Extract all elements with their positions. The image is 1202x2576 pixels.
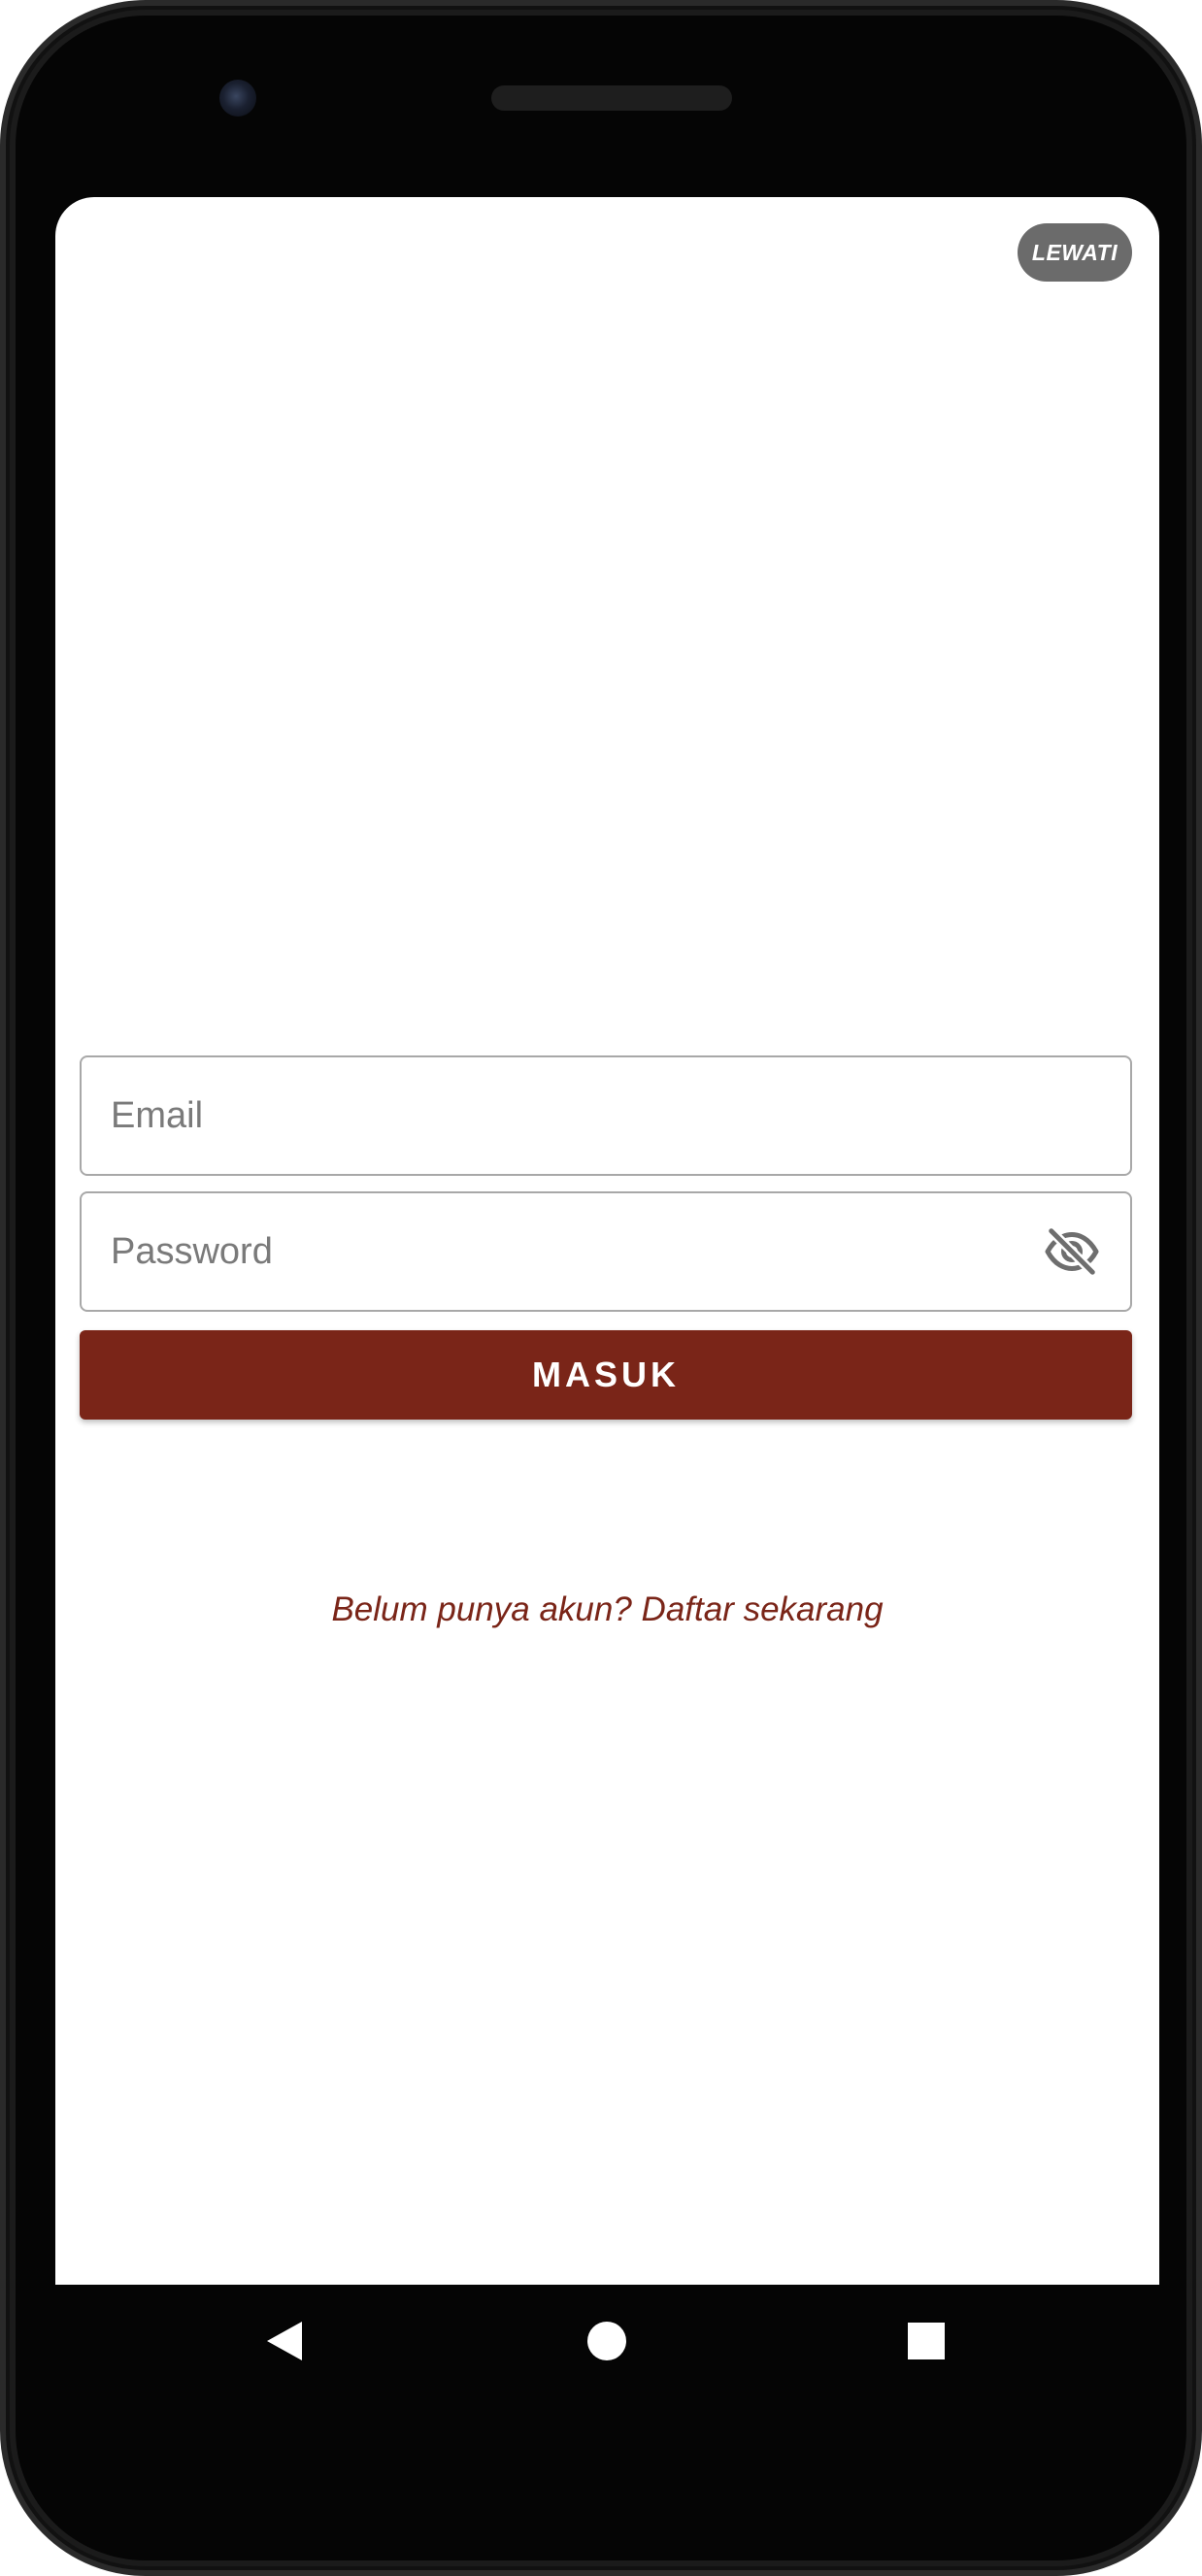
password-input[interactable] (82, 1193, 1130, 1310)
password-field[interactable] (80, 1191, 1132, 1312)
phone-frame: LEWATI MASUK Belum punya akun? Daftar se… (0, 0, 1202, 2576)
back-button[interactable] (226, 2285, 343, 2396)
register-link[interactable]: Belum punya akun? Daftar sekarang (55, 1590, 1159, 1629)
home-circle-icon (587, 2321, 626, 2360)
recents-button[interactable] (868, 2285, 985, 2396)
login-button[interactable]: MASUK (80, 1330, 1132, 1420)
eye-off-icon[interactable] (1041, 1221, 1103, 1283)
recents-square-icon (908, 2322, 945, 2359)
app-screen: LEWATI MASUK Belum punya akun? Daftar se… (55, 197, 1159, 2285)
skip-button[interactable]: LEWATI (1018, 223, 1132, 282)
email-input[interactable] (82, 1057, 1130, 1174)
back-triangle-icon (267, 2321, 302, 2360)
system-nav-bar (55, 2285, 1159, 2396)
email-field[interactable] (80, 1055, 1132, 1176)
earpiece-speaker (491, 85, 732, 111)
home-button[interactable] (549, 2285, 665, 2396)
front-camera (219, 80, 256, 117)
